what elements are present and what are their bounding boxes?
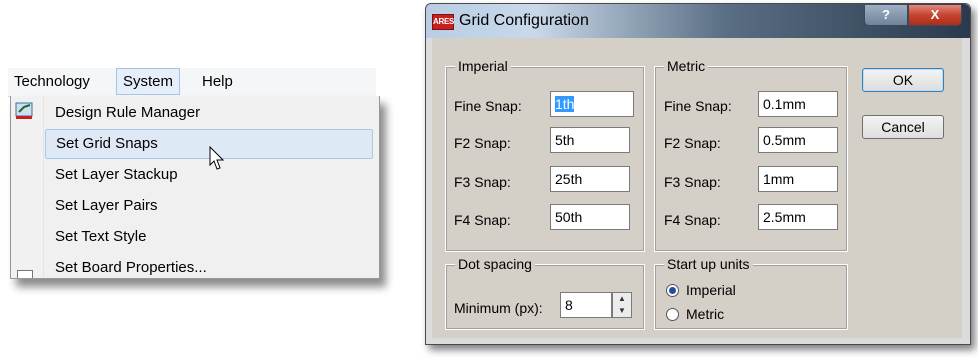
dot-spacing-legend: Dot spacing	[455, 256, 535, 272]
imperial-radio[interactable]	[666, 284, 679, 297]
menu-item-set-board-properties[interactable]: Set Board Properties...	[45, 253, 373, 278]
minimum-px-spinner[interactable]: ▲ ▼	[612, 292, 632, 318]
imperial-f2-snap-label: F2 Snap:	[454, 135, 511, 151]
technology-dropdown: Design Rule Manager Set Grid Snaps Set L…	[10, 96, 380, 279]
metric-f4-snap-input[interactable]: 2.5mm	[758, 204, 838, 230]
menu-technology[interactable]: Technology	[8, 68, 96, 95]
metric-fine-snap-input[interactable]: 0.1mm	[758, 91, 838, 117]
ok-button[interactable]: OK	[862, 68, 944, 92]
menu-item-set-layer-pairs[interactable]: Set Layer Pairs	[45, 191, 373, 221]
cancel-button[interactable]: Cancel	[862, 115, 944, 139]
dialog-title: Grid Configuration	[459, 12, 589, 29]
imperial-f3-snap-input[interactable]: 25th	[550, 166, 630, 192]
imperial-f3-snap-label: F3 Snap:	[454, 174, 511, 190]
start-up-units-group: Start up units	[654, 256, 848, 330]
metric-legend: Metric	[664, 58, 709, 74]
imperial-f4-snap-input[interactable]: 50th	[550, 204, 630, 230]
dialog-titlebar[interactable]: ARES Grid Configuration ? X	[426, 4, 970, 38]
metric-radio-label[interactable]: Metric	[686, 306, 724, 322]
imperial-legend: Imperial	[455, 58, 511, 74]
metric-f4-snap-label: F4 Snap:	[664, 212, 721, 228]
technology-menu-composite: Technology System Help Design Rule Manag…	[8, 68, 390, 296]
help-button[interactable]: ?	[864, 5, 908, 26]
ares-app-icon: ARES	[432, 14, 454, 30]
start-up-units-legend: Start up units	[664, 256, 753, 272]
metric-f2-snap-input[interactable]: 0.5mm	[758, 127, 838, 153]
minimum-px-input[interactable]: 8	[560, 292, 612, 318]
imperial-fine-snap-label: Fine Snap:	[454, 98, 522, 114]
metric-f3-snap-label: F3 Snap:	[664, 174, 721, 190]
metric-f3-snap-input[interactable]: 1mm	[758, 166, 838, 192]
mouse-cursor-icon	[209, 146, 225, 170]
menu-item-set-text-style[interactable]: Set Text Style	[45, 222, 373, 252]
minimum-px-label: Minimum (px):	[454, 300, 543, 316]
imperial-f2-snap-input[interactable]: 5th	[550, 127, 630, 153]
imperial-radio-label[interactable]: Imperial	[686, 282, 736, 298]
imperial-f4-snap-label: F4 Snap:	[454, 212, 511, 228]
metric-fine-snap-label: Fine Snap:	[664, 98, 732, 114]
imperial-fine-snap-input[interactable]: 1th	[550, 91, 634, 117]
board-properties-icon	[17, 270, 33, 278]
spin-down-icon[interactable]: ▼	[613, 305, 631, 317]
metric-f2-snap-label: F2 Snap:	[664, 135, 721, 151]
menu-icon-gutter	[11, 96, 44, 278]
grid-configuration-dialog: ARES Grid Configuration ? X Imperial Fin…	[425, 3, 971, 345]
close-button[interactable]: X	[908, 5, 962, 26]
menu-help[interactable]: Help	[196, 68, 239, 95]
metric-radio[interactable]	[666, 308, 679, 321]
dialog-body: Imperial Fine Snap: 1th F2 Snap: 5th F3 …	[432, 38, 962, 338]
menu-system[interactable]: System	[116, 68, 181, 95]
menu-bar: Technology System Help	[8, 68, 376, 97]
spin-up-icon[interactable]: ▲	[613, 293, 631, 305]
design-rule-icon	[15, 102, 33, 119]
menu-item-design-rule-manager[interactable]: Design Rule Manager	[45, 98, 373, 128]
